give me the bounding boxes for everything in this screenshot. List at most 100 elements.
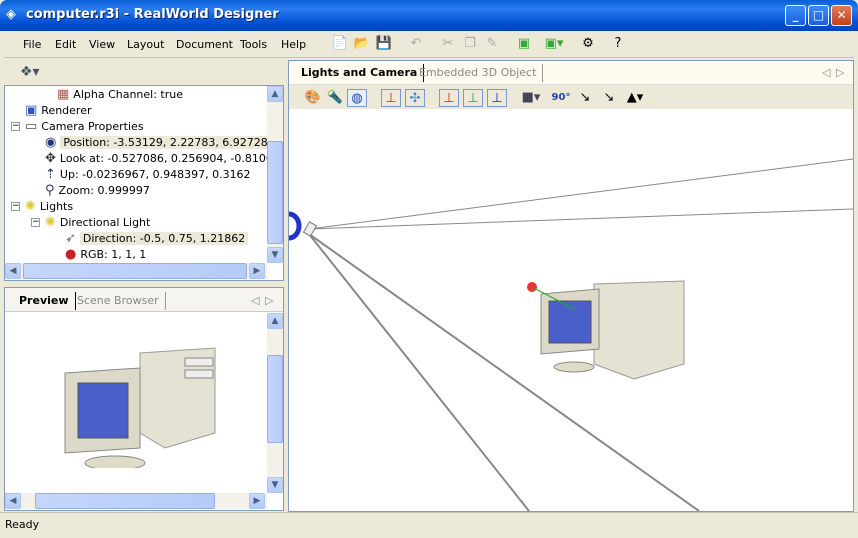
tree-vertical-scrollbar[interactable]: ▲ ▼ [267, 86, 283, 263]
menu-tools[interactable]: Tools [240, 38, 267, 51]
scroll-thumb[interactable] [267, 355, 283, 443]
minimize-button[interactable]: _ [785, 5, 806, 26]
axis-z-icon[interactable]: ⊥ [487, 89, 507, 107]
tree-horizontal-scrollbar[interactable]: ◀ ▶ [5, 263, 267, 279]
preview-pane: Preview Scene Browser ◁ ▷ ▲ ▼ ◀ ▶ [4, 287, 284, 511]
view-toolbar: 🎨 🔦 ◍ ⊥ ✣ ⊥ ⊥ ⊥ ■▾ 90° ↘ ↘ ▲▾ [289, 85, 853, 109]
preview-computer-model [64, 347, 216, 468]
tree-item-label: Renderer [41, 104, 92, 117]
open-icon[interactable]: 📂 [352, 35, 372, 53]
close-button[interactable]: ✕ [831, 5, 852, 26]
collapse-toggle[interactable]: − [11, 122, 20, 131]
tree-item-label: RGB: 1, 1, 1 [80, 248, 147, 261]
tree-item-label: Camera Properties [41, 120, 144, 133]
tab-prev-icon[interactable]: ◁ [822, 66, 830, 79]
scroll-right-button[interactable]: ▶ [249, 263, 265, 279]
collapse-toggle[interactable]: − [11, 202, 20, 211]
tree-item-label: Up: -0.0236967, 0.948397, 0.3162 [59, 168, 251, 181]
scroll-up-button[interactable]: ▲ [267, 86, 283, 102]
tab-next-icon[interactable]: ▷ [836, 66, 844, 79]
scroll-down-button[interactable]: ▼ [267, 247, 283, 263]
undo-icon[interactable]: ↶ [406, 35, 426, 53]
material-icon[interactable]: 🎨 [303, 89, 323, 107]
tree-item[interactable]: ▦ Alpha Channel: true [57, 87, 183, 102]
menu-view[interactable]: View [89, 38, 115, 51]
pointer-icon[interactable]: ↘ [575, 89, 595, 107]
tree-item[interactable]: ▣ Renderer [25, 103, 92, 118]
magnifier-icon: ⚲ [45, 183, 55, 198]
perspective-dropdown-icon[interactable]: ▲▾ [625, 89, 645, 107]
cut-icon[interactable]: ✂ [438, 35, 458, 53]
camera-dropdown-icon[interactable]: ■▾ [521, 89, 541, 107]
new-icon[interactable]: 📄 [330, 35, 350, 53]
scroll-thumb[interactable] [267, 141, 283, 244]
tree-item[interactable]: ✥ Look at: -0.527086, 0.256904, -0.81005 [45, 151, 267, 166]
status-bar: Ready [0, 512, 858, 538]
settings-icon[interactable]: ⚙ [578, 35, 598, 53]
tree-item[interactable]: ✺ Directional Light [45, 215, 150, 230]
look-at-icon: ✥ [45, 151, 56, 166]
tab-next-icon[interactable]: ▷ [265, 294, 273, 307]
app-icon: ◈ [6, 7, 16, 22]
menu-help[interactable]: Help [281, 38, 306, 51]
collapse-toggle[interactable]: − [31, 218, 40, 227]
axis-x-icon[interactable]: ⊥ [439, 89, 459, 107]
tree-item[interactable]: ⚲ Zoom: 0.999997 [45, 183, 150, 198]
tab-embedded-3d-object[interactable]: Embedded 3D Object [413, 64, 544, 82]
save-icon[interactable]: 💾 [374, 35, 394, 53]
help-icon[interactable]: ? [608, 35, 628, 53]
tree-item-label: Lights [39, 200, 74, 213]
scene-tree: ▦ Alpha Channel: true ▣ Renderer − ▭ Camera Pr… [4, 85, 284, 281]
center-icon[interactable]: ✣ [405, 89, 425, 107]
tree-item[interactable]: ⇡ Up: -0.0236967, 0.948397, 0.3162 [45, 167, 251, 182]
export-icon[interactable]: ▣ [514, 35, 534, 53]
spotlight-icon[interactable]: 🔦 [325, 89, 345, 107]
main-editor: Lights and Camera Embedded 3D Object ◁ ▷… [288, 60, 854, 512]
light-icon: ✺ [25, 199, 36, 214]
tree-item-label: Directional Light [59, 216, 151, 229]
window-title: computer.r3i - RealWorld Designer [26, 7, 279, 22]
tree-item-label: Look at: -0.527086, 0.256904, -0.81005 [59, 152, 267, 165]
scroll-thumb[interactable] [23, 263, 247, 279]
scroll-down-button[interactable]: ▼ [267, 477, 283, 493]
tree-item[interactable]: ◉ Position: -3.53129, 2.22783, 6.92728 [45, 135, 267, 150]
maximize-button[interactable]: □ [808, 5, 829, 26]
menu-layout[interactable]: Layout [127, 38, 164, 51]
camera-icon: ▭ [25, 119, 38, 134]
status-text: Ready [5, 518, 40, 531]
rotate-90-icon[interactable]: 90° [551, 89, 571, 107]
tree-item[interactable]: ● RGB: 1, 1, 1 [65, 247, 146, 262]
preview-vertical-scrollbar[interactable]: ▲ ▼ [267, 313, 283, 493]
tree-item[interactable]: ▭ Camera Properties [25, 119, 144, 134]
tab-preview[interactable]: Preview [13, 292, 76, 310]
direction-arrow-icon: ➶ [65, 231, 76, 246]
eye-icon: ◉ [45, 135, 57, 150]
tree-item[interactable]: ➶ Direction: -0.5, 0.75, 1.21862 [65, 231, 249, 246]
globe-icon[interactable]: ◍ [347, 89, 367, 107]
pointer-alt-icon[interactable]: ↘ [599, 89, 619, 107]
3d-viewport[interactable] [289, 109, 853, 511]
axis-y-icon[interactable]: ⊥ [463, 89, 483, 107]
scroll-thumb[interactable] [35, 493, 215, 509]
tab-prev-icon[interactable]: ◁ [251, 294, 259, 307]
scroll-left-button[interactable]: ◀ [5, 263, 21, 279]
tab-lights-and-camera[interactable]: Lights and Camera [295, 64, 425, 82]
menu-edit[interactable]: Edit [55, 38, 76, 51]
publish-icon[interactable]: ▣▾ [544, 35, 564, 53]
tree-toolbar: ❖▾ [4, 60, 284, 86]
move-axis-icon[interactable]: ⊥ [381, 89, 401, 107]
tab-scene-browser[interactable]: Scene Browser [71, 292, 166, 310]
preview-horizontal-scrollbar[interactable]: ◀ ▶ [5, 493, 267, 509]
objects-dropdown-icon[interactable]: ❖▾ [20, 64, 40, 80]
tree-item-label: Zoom: 0.999997 [58, 184, 150, 197]
scroll-left-button[interactable]: ◀ [5, 493, 21, 509]
scroll-up-button[interactable]: ▲ [267, 313, 283, 329]
tree-item[interactable]: ✺ Lights [25, 199, 73, 214]
menu-file[interactable]: File [23, 38, 41, 51]
menu-document[interactable]: Document [176, 38, 233, 51]
up-vector-icon: ⇡ [45, 167, 56, 182]
copy-icon[interactable]: ❐ [460, 35, 480, 53]
paste-icon[interactable]: ✎ [482, 35, 502, 53]
scroll-right-button[interactable]: ▶ [249, 493, 265, 509]
camera-gizmo [289, 211, 302, 241]
